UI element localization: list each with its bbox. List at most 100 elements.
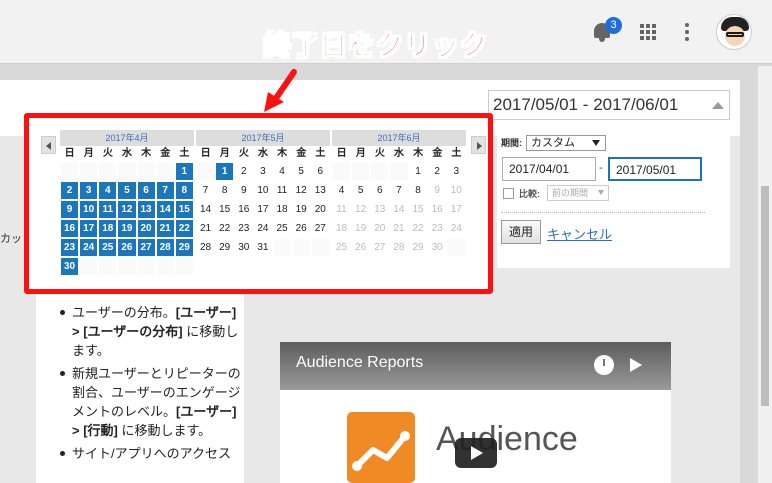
calendar-day: 19 [352,220,370,237]
avatar[interactable] [716,14,752,50]
calendar-day[interactable]: 3 [254,163,272,180]
calendar-day[interactable]: 15 [175,201,193,218]
play-button-icon[interactable] [455,438,497,468]
watch-later-icon[interactable] [594,355,614,375]
calendar-day[interactable]: 28 [197,239,215,256]
calendar-day[interactable]: 24 [80,239,98,256]
calendar-day[interactable]: 4 [273,163,291,180]
calendar-day[interactable]: 18 [273,201,291,218]
calendar-day[interactable]: 26 [292,220,310,237]
weekday-label: 土 [179,148,190,159]
calendar-day: 25 [333,239,351,256]
calendar-day[interactable]: 6 [137,182,155,199]
calendar-day[interactable]: 21 [156,220,174,237]
calendar-day[interactable]: 25 [273,220,291,237]
calendar-day[interactable]: 30 [61,258,79,275]
calendar-day[interactable]: 2 [235,163,253,180]
calendar-day[interactable]: 7 [156,182,174,199]
calendar-day[interactable]: 5 [118,182,136,199]
apply-button[interactable]: 適用 [501,220,541,244]
start-date-input[interactable]: 2017/04/01 [502,157,596,181]
calendar-day[interactable]: 7 [390,182,408,199]
compare-checkbox[interactable] [503,188,514,199]
notifications-button[interactable]: 3 [592,17,622,44]
weekday-label: 水 [121,148,132,159]
calendar-day: 20 [371,220,389,237]
calendar-day[interactable]: 31 [254,239,272,256]
calendar-day[interactable]: 6 [311,163,329,180]
calendar-day[interactable]: 28 [156,239,174,256]
calendar-day[interactable]: 8 [216,182,234,199]
calendar-day[interactable]: 8 [175,182,193,199]
apps-grid-icon[interactable] [640,24,656,40]
calendar-day[interactable]: 5 [292,163,310,180]
date-range-selector[interactable]: 2017/05/01 - 2017/06/01 [488,90,730,120]
calendar-day[interactable]: 17 [80,220,98,237]
calendar-day[interactable]: 14 [156,201,174,218]
calendar-day[interactable]: 14 [197,201,215,218]
period-select[interactable]: カスタム [526,135,606,151]
calendar-day: 26 [352,239,370,256]
calendar-day[interactable]: 19 [292,201,310,218]
calendar-day[interactable]: 12 [118,201,136,218]
calendar-day[interactable]: 1 [216,163,234,180]
calendar-day[interactable]: 26 [118,239,136,256]
compare-select[interactable]: 前の期間 [547,185,609,201]
weekday-label: 土 [315,148,326,159]
calendar-day[interactable]: 1 [175,163,193,180]
calendar-day[interactable]: 7 [197,182,215,199]
next-month-button[interactable] [471,136,486,154]
calendar-day[interactable]: 30 [235,239,253,256]
calendar-day[interactable]: 9 [61,201,79,218]
cancel-link[interactable]: キャンセル [547,224,612,243]
calendar-day[interactable]: 2 [61,182,79,199]
calendar-day[interactable]: 18 [99,220,117,237]
calendar-day[interactable]: 22 [216,220,234,237]
calendar-day[interactable]: 16 [61,220,79,237]
calendar-day[interactable]: 27 [311,220,329,237]
share-icon[interactable] [630,358,642,372]
calendar-day[interactable]: 4 [333,182,351,199]
weekday-label: 金 [296,148,307,159]
calendar-day[interactable]: 23 [61,239,79,256]
calendar-day[interactable]: 20 [137,220,155,237]
date-range-controls: 期間: カスタム 2017/04/01 - 2017/05/01 比較: 前の期… [497,122,730,268]
calendar-day[interactable]: 3 [447,163,465,180]
calendar-day[interactable]: 16 [235,201,253,218]
calendar-day[interactable]: 10 [254,182,272,199]
calendar-day[interactable]: 13 [137,201,155,218]
weekday-label: 月 [219,148,230,159]
calendar-day[interactable]: 12 [292,182,310,199]
calendar-day[interactable]: 6 [371,182,389,199]
calendar-day[interactable]: 1 [409,163,427,180]
calendar-day[interactable]: 9 [235,182,253,199]
video-player[interactable]: Audience Reports Audience [280,342,671,483]
calendar-day[interactable]: 27 [137,239,155,256]
calendar-day[interactable]: 20 [311,201,329,218]
calendar-day[interactable]: 17 [254,201,272,218]
calendar-day[interactable]: 5 [352,182,370,199]
calendar-day[interactable]: 24 [254,220,272,237]
calendar-day[interactable]: 4 [99,182,117,199]
calendar-day[interactable]: 8 [409,182,427,199]
calendar-day[interactable]: 3 [80,182,98,199]
prev-month-button[interactable] [41,136,56,154]
calendar-day[interactable]: 21 [197,220,215,237]
period-label: 期間: [501,138,522,148]
calendar-day[interactable]: 13 [311,182,329,199]
page-scrollbar[interactable] [758,66,772,483]
calendar-day[interactable]: 11 [273,182,291,199]
weekday-label: 金 [432,148,443,159]
calendar-day[interactable]: 10 [80,201,98,218]
calendar-day[interactable]: 15 [216,201,234,218]
more-vert-icon[interactable] [685,23,689,41]
calendar-day[interactable]: 23 [235,220,253,237]
calendar-day[interactable]: 25 [99,239,117,256]
calendar-day[interactable]: 19 [118,220,136,237]
end-date-input[interactable]: 2017/05/01 [608,157,702,181]
calendar-day[interactable]: 29 [216,239,234,256]
calendar-day[interactable]: 29 [175,239,193,256]
calendar-day[interactable]: 22 [175,220,193,237]
calendar-day[interactable]: 11 [99,201,117,218]
calendar-day[interactable]: 2 [428,163,446,180]
